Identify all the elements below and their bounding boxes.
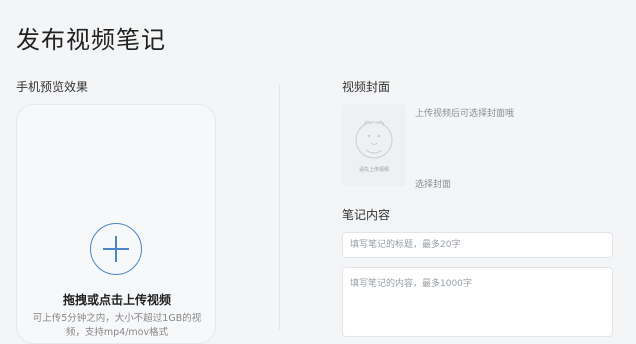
mascot-icon	[355, 120, 393, 159]
note-label: 笔记内容	[342, 208, 391, 222]
select-cover-link[interactable]: 选择封面	[415, 177, 451, 190]
note-content-textarea[interactable]	[342, 267, 613, 337]
divider	[279, 84, 280, 330]
upload-button[interactable]	[90, 223, 142, 275]
note-title-input[interactable]	[342, 232, 613, 258]
phone-preview[interactable]: 拖拽或点击上传视频 可上传5分钟之内，大小不超过1GB的视频，支持mp4/mov…	[16, 104, 216, 344]
cover-label: 视频封面	[342, 80, 391, 94]
page-title: 发布视频笔记	[16, 26, 166, 54]
cover-hint: 上传视频后可选择封面哦	[415, 109, 515, 119]
preview-label: 手机预览效果	[16, 80, 89, 94]
upload-title: 拖拽或点击上传视频	[62, 293, 171, 307]
plus-icon	[103, 236, 129, 262]
upload-hint: 可上传5分钟之内，大小不超过1GB的视频，支持mp4/mov格式	[32, 313, 202, 338]
cover-placeholder[interactable]: 请先上传视频	[342, 104, 406, 186]
cover-placeholder-caption: 请先上传视频	[358, 167, 389, 173]
